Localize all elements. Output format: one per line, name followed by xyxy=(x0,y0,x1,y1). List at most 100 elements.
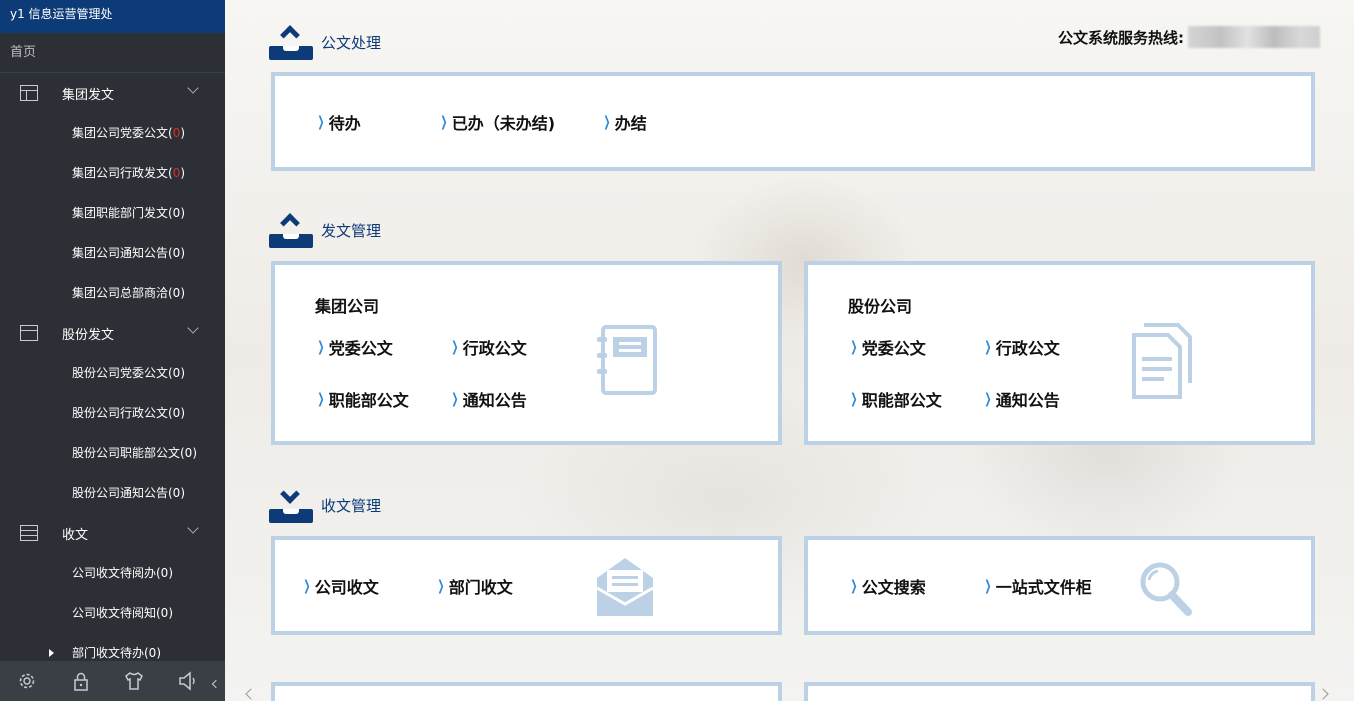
chevron-right-icon: ❯ xyxy=(984,339,992,355)
collapse-sidebar-icon[interactable] xyxy=(211,679,221,689)
scroll-left-icon[interactable] xyxy=(245,688,257,700)
link-label: 通知公告 xyxy=(995,391,1060,410)
link-admin-docs[interactable]: ❯ 行政公文 xyxy=(982,335,1060,359)
link-done-unfinished[interactable]: ❯ 已办（未办结) xyxy=(438,110,555,134)
notebook-icon xyxy=(597,325,657,395)
sidebar-item-label: 部门收文待办(0) xyxy=(72,646,161,660)
link-label: 党委公文 xyxy=(861,339,926,358)
chevron-down-icon xyxy=(187,82,199,94)
chevron-right-icon: ❯ xyxy=(451,339,459,355)
chevron-right-icon: ❯ xyxy=(317,114,325,130)
link-dept-docs[interactable]: ❯ 职能部公文 xyxy=(315,387,409,411)
chevron-down-icon xyxy=(187,522,199,534)
sidebar-group-label: 集团发文 xyxy=(62,87,115,103)
link-label: 一站式文件柜 xyxy=(995,578,1092,597)
window-icon xyxy=(20,325,38,341)
link-dept-docs[interactable]: ❯ 职能部公文 xyxy=(848,387,942,411)
sidebar-group-group-dispatch[interactable]: 集团发文 xyxy=(0,73,225,113)
chevron-down-icon xyxy=(187,322,199,334)
sidebar-item[interactable]: 公司收文待阅办(0) xyxy=(0,553,225,593)
link-finished[interactable]: ❯ 办结 xyxy=(601,110,647,134)
shares-company-panel: 股份公司 ❯ 党委公文 ❯ 行政公文 ❯ 职能部公文 ❯ 通知公告 xyxy=(804,261,1315,445)
chevron-right-icon: ❯ xyxy=(850,339,858,355)
sidebar-item[interactable]: 集团公司行政发文(0) xyxy=(0,153,225,193)
panel-title: 股份公司 xyxy=(848,297,913,316)
org-title: y1 信息运营管理处 xyxy=(0,0,225,33)
section-header-dispatch: 发文管理 xyxy=(269,212,381,248)
link-label: 行政公文 xyxy=(462,339,527,358)
sidebar-item[interactable]: 股份公司职能部公文(0) xyxy=(0,433,225,473)
sidebar-group-label: 收文 xyxy=(62,527,89,543)
link-party-docs[interactable]: ❯ 党委公文 xyxy=(315,335,393,359)
hotline: 公文系统服务热线: xyxy=(1058,26,1320,48)
link-company-receive[interactable]: ❯ 公司收文 xyxy=(301,574,378,598)
outbox-tray-icon xyxy=(269,212,313,248)
group-company-panel: 集团公司 ❯ 党委公文 ❯ 行政公文 ❯ 职能部公文 ❯ 通知公告 xyxy=(271,261,782,445)
sidebar-group-shares-dispatch[interactable]: 股份发文 xyxy=(0,313,225,353)
list-icon xyxy=(20,525,38,541)
lock-icon[interactable] xyxy=(70,670,92,692)
section-title: 公文处理 xyxy=(321,33,382,52)
main-content: 公文系统服务热线: 公文处理 ❯ 待办 ❯ 已办（未办结) ❯ 办结 发文管理 集团公… xyxy=(225,0,1354,701)
link-notices[interactable]: ❯ 通知公告 xyxy=(449,387,527,411)
link-notices[interactable]: ❯ 通知公告 xyxy=(982,387,1060,411)
processing-panel: ❯ 待办 ❯ 已办（未办结) ❯ 办结 xyxy=(271,72,1315,171)
chevron-right-icon: ❯ xyxy=(984,391,992,407)
shirt-icon[interactable] xyxy=(123,670,145,692)
magnifier-icon xyxy=(1140,562,1192,616)
gear-icon[interactable] xyxy=(16,670,38,692)
sidebar-item[interactable]: 集团职能部门发文(0) xyxy=(0,193,225,233)
speaker-icon[interactable] xyxy=(177,670,199,692)
sidebar-home[interactable]: 首页 xyxy=(0,33,225,73)
sidebar-item[interactable]: 股份公司党委公文(0) xyxy=(0,353,225,393)
link-label: 办结 xyxy=(614,114,647,133)
link-todo[interactable]: ❯ 待办 xyxy=(315,110,361,134)
link-label: 党委公文 xyxy=(328,339,393,358)
receive-panel: ❯ 公司收文 ❯ 部门收文 xyxy=(271,536,782,635)
next-panel-left xyxy=(271,682,782,701)
scroll-right-icon[interactable] xyxy=(1317,688,1329,700)
section-title: 发文管理 xyxy=(321,221,382,240)
link-label: 部门收文 xyxy=(448,578,513,597)
link-doc-search[interactable]: ❯ 公文搜索 xyxy=(848,574,925,598)
sidebar-item[interactable]: 股份公司行政公文(0) xyxy=(0,393,225,433)
section-header-processing: 公文处理 xyxy=(269,24,381,60)
link-label: 已办（未办结) xyxy=(451,114,556,133)
link-file-cabinet[interactable]: ❯ 一站式文件柜 xyxy=(982,574,1092,598)
link-label: 职能部公文 xyxy=(328,391,409,410)
chevron-right-icon: ❯ xyxy=(317,391,325,407)
section-header-receive: 收文管理 xyxy=(269,484,381,523)
chevron-right-icon: ❯ xyxy=(451,391,459,407)
search-panel: ❯ 公文搜索 ❯ 一站式文件柜 xyxy=(804,536,1315,635)
sidebar-item[interactable]: 集团公司总部商洽(0) xyxy=(0,273,225,313)
chevron-right-icon: ❯ xyxy=(850,391,858,407)
link-label: 职能部公文 xyxy=(861,391,942,410)
chevron-right-icon: ❯ xyxy=(603,114,611,130)
sidebar-item-label-tail: ) xyxy=(180,166,186,180)
sidebar-toolbar xyxy=(0,661,225,701)
sidebar-group-receive[interactable]: 收文 xyxy=(0,513,225,553)
sidebar-item[interactable]: 集团公司党委公文(0) xyxy=(0,113,225,153)
panel-title: 集团公司 xyxy=(315,297,380,316)
outbox-tray-icon xyxy=(269,24,313,60)
sidebar-item-label-tail: ) xyxy=(180,126,186,140)
documents-icon xyxy=(1132,323,1192,399)
link-label: 待办 xyxy=(328,114,361,133)
sidebar: y1 信息运营管理处 首页 集团发文 集团公司党委公文(0) 集团公司行政发文(… xyxy=(0,0,225,701)
layout-icon xyxy=(20,85,38,101)
sidebar-group-label: 股份发文 xyxy=(62,327,115,343)
chevron-right-icon: ❯ xyxy=(984,578,992,594)
sidebar-item-label: 集团公司党委公文( xyxy=(72,126,173,140)
chevron-right-icon: ❯ xyxy=(850,578,858,594)
link-dept-receive[interactable]: ❯ 部门收文 xyxy=(435,574,513,598)
chevron-right-icon: ❯ xyxy=(437,578,445,594)
link-label: 行政公文 xyxy=(995,339,1060,358)
hotline-number-redacted xyxy=(1188,26,1320,48)
link-label: 通知公告 xyxy=(462,391,527,410)
sidebar-item[interactable]: 集团公司通知公告(0) xyxy=(0,233,225,273)
sidebar-item[interactable]: 公司收文待阅知(0) xyxy=(0,593,225,633)
link-admin-docs[interactable]: ❯ 行政公文 xyxy=(449,335,527,359)
link-party-docs[interactable]: ❯ 党委公文 xyxy=(848,335,926,359)
sidebar-item[interactable]: 股份公司通知公告(0) xyxy=(0,473,225,513)
chevron-right-icon: ❯ xyxy=(440,114,448,130)
